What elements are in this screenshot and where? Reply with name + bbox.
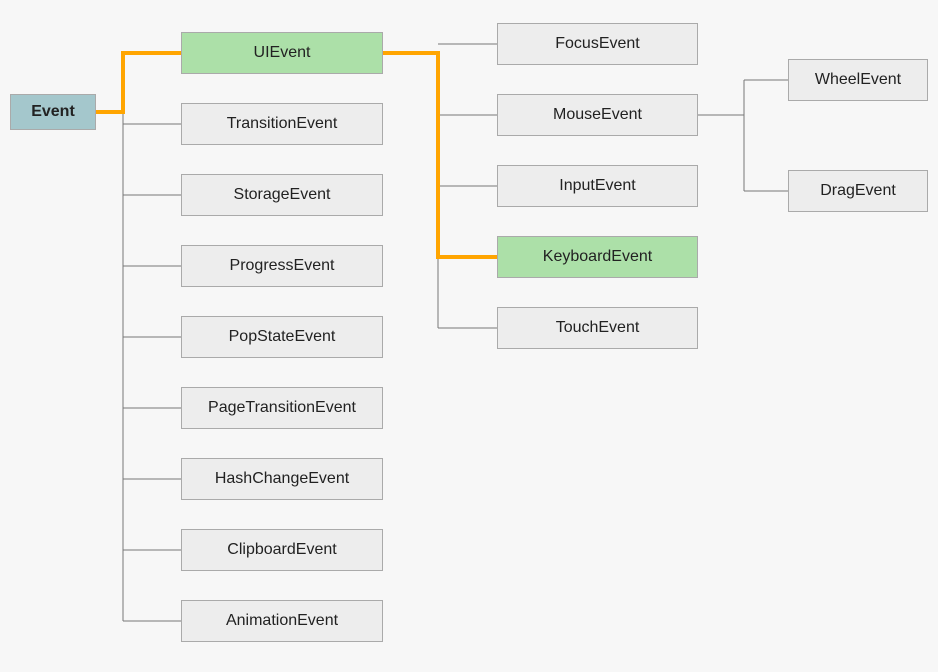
node-label: Event [31,103,75,121]
node-label: ClipboardEvent [227,541,336,559]
node-progressevent[interactable]: ProgressEvent [181,245,383,287]
node-label: HashChangeEvent [215,470,349,488]
node-inputevent[interactable]: InputEvent [497,165,698,207]
node-dragevent[interactable]: DragEvent [788,170,928,212]
node-popstateevent[interactable]: PopStateEvent [181,316,383,358]
node-transitionevent[interactable]: TransitionEvent [181,103,383,145]
node-storageevent[interactable]: StorageEvent [181,174,383,216]
node-label: UIEvent [254,44,311,62]
node-touchevent[interactable]: TouchEvent [497,307,698,349]
node-animationevent[interactable]: AnimationEvent [181,600,383,642]
node-label: InputEvent [559,177,636,195]
node-label: PopStateEvent [229,328,336,346]
node-mouseevent[interactable]: MouseEvent [497,94,698,136]
node-clipboardevent[interactable]: ClipboardEvent [181,529,383,571]
node-event-root[interactable]: Event [10,94,96,130]
node-label: KeyboardEvent [543,248,652,266]
node-hashchangeevent[interactable]: HashChangeEvent [181,458,383,500]
node-label: TransitionEvent [227,115,338,133]
node-uievent[interactable]: UIEvent [181,32,383,74]
node-label: MouseEvent [553,106,642,124]
node-label: FocusEvent [555,35,639,53]
node-label: ProgressEvent [230,257,335,275]
node-label: DragEvent [820,182,896,200]
node-pagetransitionevent[interactable]: PageTransitionEvent [181,387,383,429]
node-focusevent[interactable]: FocusEvent [497,23,698,65]
node-label: PageTransitionEvent [208,399,356,417]
node-label: TouchEvent [556,319,640,337]
node-label: WheelEvent [815,71,901,89]
node-keyboardevent[interactable]: KeyboardEvent [497,236,698,278]
node-wheelevent[interactable]: WheelEvent [788,59,928,101]
node-label: AnimationEvent [226,612,338,630]
node-label: StorageEvent [234,186,331,204]
